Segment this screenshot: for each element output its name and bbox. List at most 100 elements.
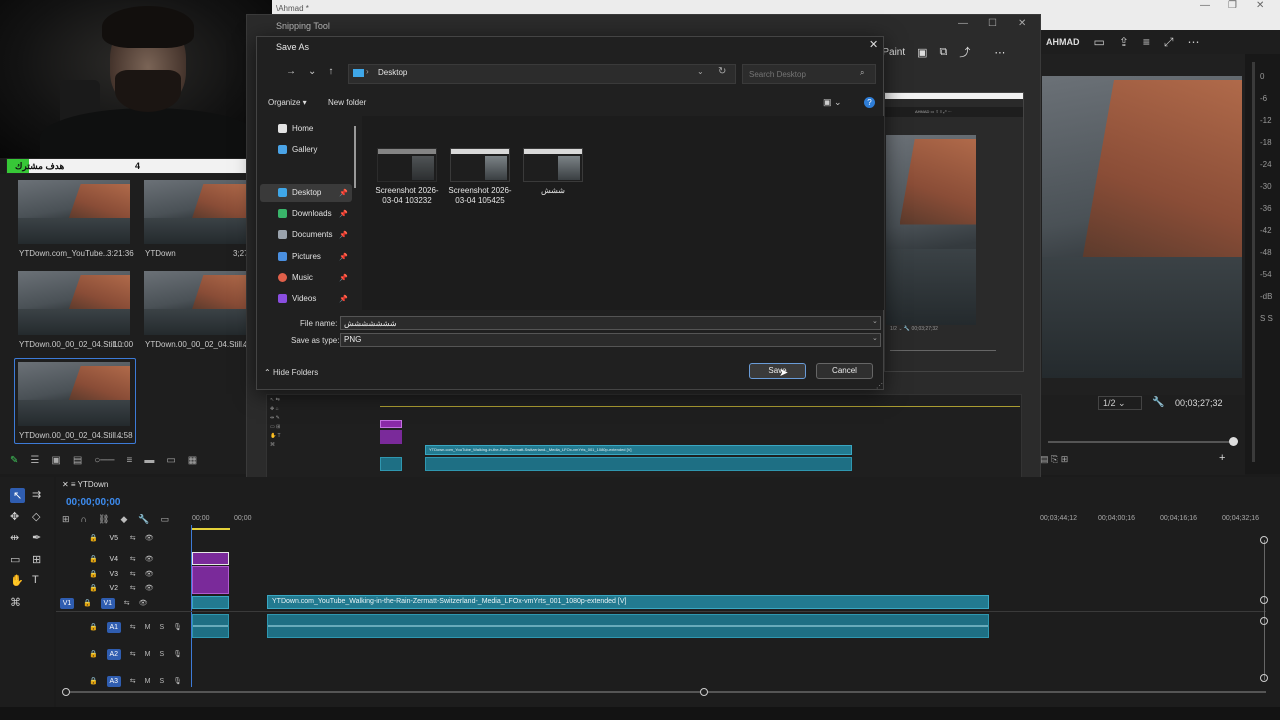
search-input[interactable] [742, 64, 876, 84]
mic-icon[interactable]: 🎙 [173, 650, 182, 658]
linked-selection-icon[interactable]: ⛓ [98, 514, 109, 525]
refresh-icon[interactable]: ↻ [718, 66, 726, 77]
nav-item-desktop[interactable]: Desktop [278, 188, 321, 197]
eye-icon[interactable]: 👁 [139, 599, 148, 607]
nav-item-pictures[interactable]: Pictures [278, 252, 321, 261]
project-thumbnail[interactable] [18, 180, 130, 244]
scroll-knob[interactable] [1260, 674, 1268, 682]
help-icon[interactable]: ? [864, 97, 875, 108]
hand-tool-icon[interactable]: ✋ [10, 574, 24, 587]
sync-icon[interactable]: ⇆ [130, 623, 136, 631]
captions-icon[interactable]: ▭ [161, 514, 170, 525]
address-path[interactable]: Desktop [378, 68, 407, 77]
nav-item-videos[interactable]: Videos [278, 294, 316, 303]
clip-v1-main[interactable]: YTDown.com_YouTube_Walking-in-the-Rain-Z… [267, 595, 989, 609]
track-name[interactable]: V4 [107, 554, 121, 565]
chevron-down-icon[interactable]: ⌄ [697, 67, 704, 76]
solo-button[interactable]: S [159, 678, 164, 685]
panel-icon[interactable]: ▭ [1094, 35, 1105, 49]
view-options-icon[interactable]: ▣ ⌄ [823, 97, 842, 108]
more-icon[interactable]: ⋯ [1188, 35, 1200, 49]
solo-button[interactable]: S [159, 651, 164, 658]
program-extra-icons[interactable]: ▤ ⎘ ⊞ [1040, 454, 1068, 465]
maximize-icon[interactable]: ❐ [1228, 0, 1237, 14]
chevron-right-icon[interactable]: › [366, 67, 369, 76]
eye-icon[interactable]: 👁 [145, 570, 154, 578]
track-name[interactable]: V1 [100, 597, 115, 609]
nav-item-documents[interactable]: Documents [278, 230, 332, 239]
right-scrollbar[interactable] [1252, 62, 1255, 462]
file-item[interactable]: Screenshot 2026-03-04 105425 [443, 148, 517, 206]
snip-minimize-icon[interactable]: — [958, 18, 968, 29]
lock-icon[interactable]: 🔒 [89, 623, 98, 631]
scroll-knob[interactable] [1260, 596, 1268, 604]
timeline-v-scroll[interactable] [1264, 540, 1265, 680]
forward-icon[interactable]: → [286, 66, 296, 77]
chevron-down-icon[interactable]: ⌄ [872, 317, 878, 325]
nav-scrollbar[interactable] [354, 126, 356, 188]
video-audio-divider[interactable] [56, 611, 1266, 612]
user-name[interactable]: AHMAD [1046, 37, 1080, 47]
h-scroll-knob-right[interactable] [700, 688, 708, 696]
track-name[interactable]: A3 [106, 675, 121, 687]
lock-icon[interactable]: 🔒 [89, 677, 98, 685]
share-icon[interactable]: ⤴ [959, 44, 970, 60]
program-scale-dropdown[interactable]: 1/2 ⌄ [1098, 396, 1142, 410]
lock-icon[interactable]: 🔒 [89, 584, 98, 592]
work-area-bar[interactable] [192, 528, 230, 530]
folder-icon[interactable]: ▬ [144, 455, 154, 466]
project-thumbnail[interactable] [18, 271, 130, 335]
track-select-tool-icon[interactable]: ⇉ [32, 488, 41, 501]
lock-icon[interactable]: 🔒 [89, 650, 98, 658]
timeline-h-scroll[interactable] [66, 691, 1266, 693]
close-icon[interactable]: ✕ [1256, 0, 1264, 14]
resize-grip-icon[interactable]: ⋰ [876, 382, 883, 390]
lock-icon[interactable]: 🔒 [89, 570, 98, 578]
pin-icon[interactable]: 📌 [339, 210, 348, 218]
slip-tool-icon[interactable]: ⇹ [10, 531, 19, 544]
recent-dropdown-icon[interactable]: ⌄ [308, 66, 316, 77]
freeform-view-icon[interactable]: ▤ [73, 455, 82, 466]
minimize-icon[interactable]: — [1200, 0, 1210, 14]
lock-icon[interactable]: 🔒 [89, 555, 98, 563]
source-patch[interactable]: V1 [60, 597, 74, 609]
sort-icon[interactable]: ≡ [126, 455, 132, 466]
program-scrubber[interactable] [1048, 441, 1234, 443]
nav-item-home[interactable]: Home [278, 124, 313, 133]
up-icon[interactable]: ↑ [328, 66, 333, 77]
clip-a1-main[interactable] [267, 614, 989, 638]
wrench-icon[interactable]: 🔧 [1152, 397, 1164, 408]
mute-button[interactable]: M [145, 651, 151, 658]
hide-folders-toggle[interactable]: ⌃ Hide Folders [264, 368, 318, 377]
icon-view-icon[interactable]: ▣ [51, 455, 60, 466]
nest-icon[interactable]: ⊞ [62, 514, 70, 525]
sync-icon[interactable]: ⇆ [130, 555, 136, 563]
solo-button[interactable]: S [159, 624, 164, 631]
snap-icon[interactable]: ∩ [81, 514, 87, 525]
pin-icon[interactable]: 📌 [339, 295, 348, 303]
nav-item-gallery[interactable]: Gallery [278, 145, 317, 154]
project-thumbnail[interactable] [144, 180, 250, 244]
sync-icon[interactable]: ⇆ [130, 584, 136, 592]
clip-v4-purple[interactable] [192, 552, 229, 565]
add-button-icon[interactable]: + [1219, 452, 1225, 464]
scroll-knob[interactable] [1260, 536, 1268, 544]
track-name[interactable]: A1 [106, 621, 121, 633]
settings-wrench-icon[interactable]: 🔧 [138, 514, 149, 525]
menu-icon[interactable]: ≡ [1143, 35, 1150, 49]
project-thumbnail[interactable] [144, 271, 250, 335]
file-item[interactable]: Screenshot 2026-03-04 103232 [370, 148, 444, 206]
organize-menu[interactable]: Organize ▾ [268, 98, 307, 107]
list-view-icon[interactable]: ☰ [30, 455, 39, 466]
save-icon[interactable]: ▣ [917, 46, 927, 59]
eye-icon[interactable]: 👁 [145, 584, 154, 592]
pin-icon[interactable]: 📌 [339, 274, 348, 282]
sync-icon[interactable]: ⇆ [130, 650, 136, 658]
sync-icon[interactable]: ⇆ [124, 599, 130, 607]
pin-icon[interactable]: 📌 [339, 189, 348, 197]
snip-maximize-icon[interactable]: ☐ [988, 18, 997, 29]
ripple-edit-tool-icon[interactable]: ✥ [10, 510, 19, 523]
sync-icon[interactable]: ⇆ [130, 677, 136, 685]
sync-icon[interactable]: ⇆ [130, 570, 136, 578]
pencil-icon[interactable]: ✎ [10, 455, 18, 466]
